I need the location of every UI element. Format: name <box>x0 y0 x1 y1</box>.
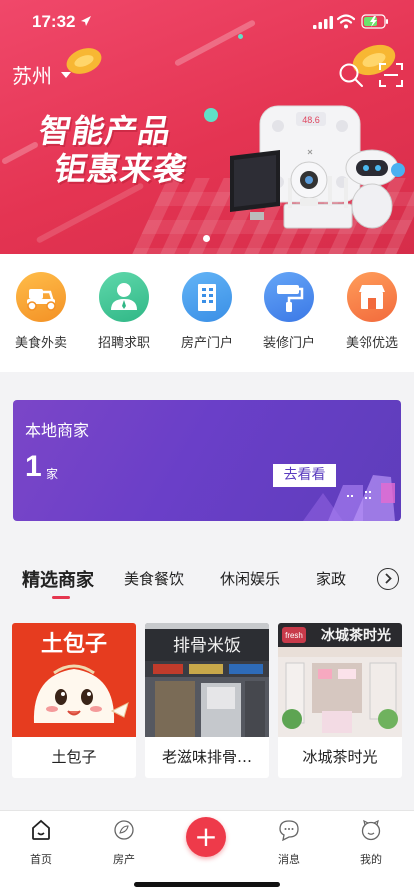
category-renovation[interactable]: 装修门户 <box>254 272 324 351</box>
local-merchants-unit: 家 <box>46 467 59 481</box>
paint-roller-icon <box>264 272 314 322</box>
monitor-image <box>230 150 280 220</box>
category-real-estate[interactable]: 房产门户 <box>172 272 242 351</box>
search-icon[interactable] <box>338 62 364 88</box>
banner-title: 智能产品 钜惠来袭 <box>29 112 196 188</box>
tab-home-label: 首页 <box>30 853 52 866</box>
merchant-name: 土包子 <box>51 748 97 766</box>
home-icon <box>32 819 50 840</box>
tab-messages[interactable]: 消息 <box>259 819 319 867</box>
category-label: 装修门户 <box>262 336 315 351</box>
local-merchants-count: 1 <box>25 450 42 483</box>
wifi-icon <box>337 14 355 29</box>
chevron-right-icon <box>385 573 392 584</box>
category-neighbor-select[interactable]: 美邻优选 <box>337 272 407 351</box>
tab-mine[interactable]: 我的 <box>341 819 401 867</box>
banner-title-line1: 智能产品 <box>36 112 175 150</box>
building-icon <box>182 272 232 322</box>
merchant-image: 排骨米饭 <box>145 623 269 737</box>
scooter-icon <box>16 272 66 322</box>
robot-image <box>345 149 405 229</box>
more-tabs-button[interactable] <box>377 568 399 590</box>
category-food-delivery[interactable]: 美食外卖 <box>6 272 76 351</box>
status-time: 17:32 <box>32 12 76 31</box>
category-label: 房产门户 <box>180 336 233 351</box>
camera-image <box>290 161 328 206</box>
merchant-image: 土包子 <box>12 623 136 737</box>
store-icon <box>347 272 397 322</box>
local-merchants-title: 本地商家 <box>25 421 90 440</box>
status-bar: 17:32 <box>0 0 414 44</box>
add-button[interactable]: + <box>186 817 226 857</box>
home-indicator[interactable] <box>134 882 280 887</box>
merchant-name: 老滋味排骨… <box>161 748 252 766</box>
tab-housekeeping[interactable]: 家政 <box>316 568 346 589</box>
tab-leisure[interactable]: 休闲娱乐 <box>220 568 280 589</box>
person-icon <box>99 272 149 322</box>
category-label: 美食外卖 <box>14 336 67 351</box>
merchant-brand-logo: fresh <box>285 631 303 640</box>
user-face-icon <box>361 819 381 841</box>
merchant-sign: 排骨米饭 <box>173 636 241 656</box>
banner-title-line2: 钜惠来袭 <box>51 150 191 188</box>
tab-house-label: 房产 <box>113 853 135 866</box>
chat-icon <box>279 820 299 842</box>
category-jobs[interactable]: 招聘求职 <box>89 272 159 351</box>
scale-reading: 48.6 <box>302 115 320 125</box>
location-arrow-icon <box>81 16 91 26</box>
tab-home[interactable]: 首页 <box>11 819 71 867</box>
tab-active-indicator <box>52 596 70 599</box>
category-grid: 美食外卖 招聘求职 房产门户 装修门户 美邻优选 <box>0 254 414 372</box>
tab-featured[interactable]: 精选商家 <box>22 566 94 592</box>
scan-icon[interactable] <box>378 62 404 88</box>
local-merchants-banner[interactable]: 本地商家 1 家 去看看 <box>13 400 401 521</box>
carousel-dot[interactable] <box>203 235 210 242</box>
tab-messages-label: 消息 <box>278 853 300 866</box>
battery-icon <box>361 14 388 29</box>
merchant-card[interactable]: fresh 冰城茶时光 冰城茶时光 <box>278 623 402 778</box>
merchant-name: 冰城茶时光 <box>302 748 378 766</box>
go-see-button[interactable]: 去看看 <box>273 464 336 487</box>
merchant-sign: 冰城茶时光 <box>321 627 391 644</box>
tab-mine-label: 我的 <box>360 853 382 866</box>
tab-house[interactable]: 房产 <box>94 819 154 867</box>
tab-food[interactable]: 美食餐饮 <box>124 568 184 589</box>
cellular-signal-icon <box>313 16 333 29</box>
merchant-card[interactable]: 排骨米饭 老滋味排骨… <box>145 623 269 778</box>
category-label: 美邻优选 <box>345 336 398 351</box>
merchant-image: fresh 冰城茶时光 <box>278 623 402 737</box>
plus-icon: + <box>194 820 218 853</box>
merchant-sign: 土包子 <box>41 631 107 657</box>
merchant-card[interactable]: 土包子 土包子 <box>12 623 136 778</box>
category-label: 招聘求职 <box>97 336 150 351</box>
merchant-section: 精选商家 美食餐饮 休闲娱乐 家政 土包子 土包子 排骨米饭 老滋味排骨… fr… <box>0 540 414 810</box>
chevron-down-icon[interactable] <box>61 72 71 78</box>
city-selector[interactable]: 苏州 <box>12 60 52 89</box>
leaf-icon <box>114 820 134 840</box>
